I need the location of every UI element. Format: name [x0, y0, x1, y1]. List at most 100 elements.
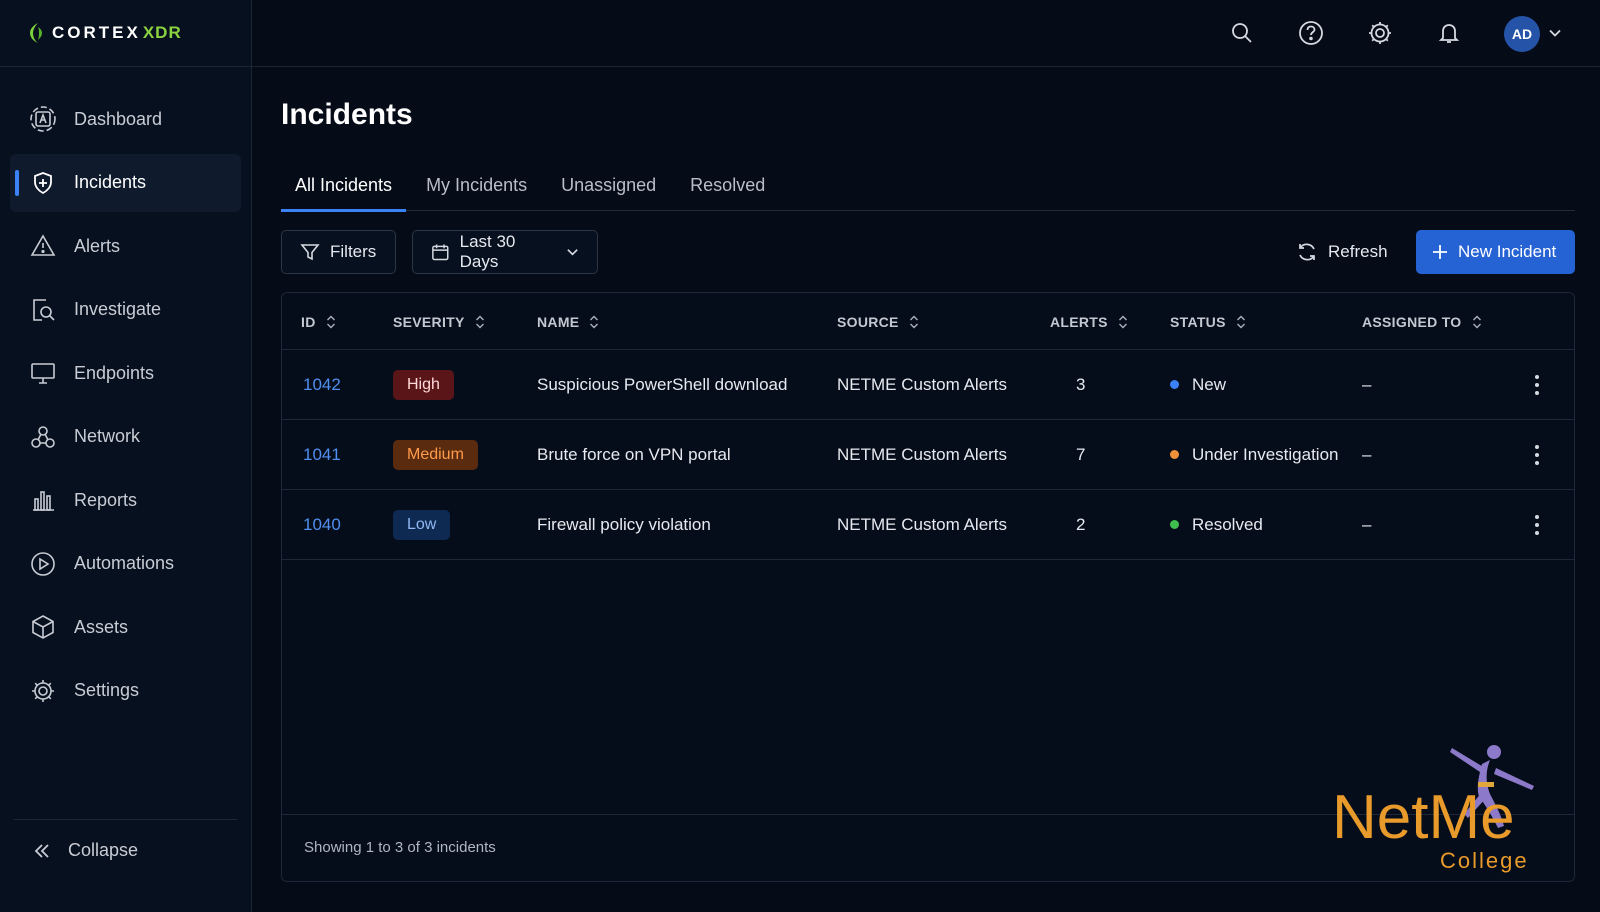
chevron-down-icon: [567, 249, 578, 256]
incident-source: NETME Custom Alerts: [837, 374, 1008, 394]
assigned-to: –: [1362, 374, 1372, 394]
watermark-title: NetMe: [1332, 783, 1515, 852]
sidebar-item-label: Incidents: [74, 172, 147, 192]
sidebar-item-label: Automations: [74, 553, 175, 573]
sidebar: CORTEX XDR Dashboard Incidents Alerts In…: [0, 0, 252, 912]
avatar[interactable]: AD: [1504, 16, 1540, 52]
sort-icon: [1472, 315, 1481, 328]
refresh-label: Refresh: [1328, 242, 1388, 261]
monitor-icon: [30, 360, 56, 386]
incident-source: NETME Custom Alerts: [837, 514, 1008, 534]
bar-chart-icon: [30, 487, 56, 513]
sidebar-item-label: Endpoints: [74, 362, 155, 383]
gear-icon: [30, 678, 56, 704]
sidebar-item-label: Network: [74, 426, 141, 446]
sidebar-item-label: Reports: [74, 489, 138, 510]
sidebar-item-label: Settings: [74, 680, 140, 700]
play-icon: [30, 551, 56, 577]
settings-gear-icon[interactable]: [1366, 19, 1394, 47]
tab-unassigned[interactable]: Unassigned: [547, 160, 670, 211]
search-icon[interactable]: [1228, 19, 1256, 47]
row-actions-kebab-icon[interactable]: [1534, 420, 1540, 489]
column-header-severity[interactable]: SEVERITY: [393, 293, 485, 350]
assigned-to: –: [1362, 514, 1372, 534]
bell-icon[interactable]: [1435, 19, 1463, 47]
status-text: Under Investigation: [1192, 444, 1339, 464]
incident-tabs: All Incidents My Incidents Unassigned Re…: [281, 160, 1575, 212]
new-incident-button[interactable]: New Incident: [1416, 230, 1575, 274]
row-actions-kebab-icon[interactable]: [1534, 490, 1540, 559]
pagination-summary: Showing 1 to 3 of 3 incidents: [304, 839, 496, 856]
sort-icon: [475, 315, 484, 328]
table-row[interactable]: 1042 High Suspicious PowerShell download…: [282, 350, 1574, 420]
page-title: Incidents: [281, 98, 413, 131]
sidebar-item-label: Dashboard: [74, 108, 163, 129]
chevron-down-icon[interactable]: [1548, 26, 1562, 40]
filters-button[interactable]: Filters: [281, 230, 396, 274]
column-header-status[interactable]: STATUS: [1170, 293, 1246, 350]
status-dot: [1170, 380, 1179, 389]
status-text: New: [1192, 374, 1227, 394]
incident-name: Suspicious PowerShell download: [537, 374, 788, 394]
cube-icon: [30, 614, 56, 640]
table-row[interactable]: 1041 Medium Brute force on VPN portal NE…: [282, 420, 1574, 490]
calendar-icon: [432, 244, 449, 261]
incident-id-link[interactable]: 1042: [303, 375, 341, 395]
collapse-label: Collapse: [68, 840, 139, 860]
sidebar-item-automations[interactable]: Automations: [10, 535, 241, 593]
severity-badge: Low: [393, 509, 451, 540]
column-header-assigned-to[interactable]: ASSIGNED TO: [1362, 293, 1482, 350]
row-actions-kebab-icon[interactable]: [1534, 350, 1540, 419]
incident-id-link[interactable]: 1040: [303, 515, 341, 535]
incident-source: NETME Custom Alerts: [837, 444, 1008, 464]
help-icon[interactable]: [1297, 19, 1325, 47]
shield-icon: [30, 170, 56, 196]
tab-my-incidents[interactable]: My Incidents: [412, 160, 541, 211]
brand-logo[interactable]: CORTEX XDR: [0, 0, 251, 67]
sidebar-item-settings[interactable]: Settings: [10, 662, 241, 720]
brand-suffix: XDR: [142, 23, 182, 42]
column-header-id[interactable]: ID: [301, 293, 336, 350]
sidebar-item-dashboard[interactable]: Dashboard: [10, 90, 241, 148]
sort-icon: [909, 315, 918, 328]
column-header-alerts[interactable]: ALERTS: [1050, 293, 1128, 350]
refresh-icon: [1299, 243, 1315, 261]
cortex-logo-icon: [30, 23, 42, 43]
sidebar-item-label: Assets: [74, 616, 129, 637]
severity-badge: Medium: [393, 439, 478, 470]
warning-icon: [30, 233, 56, 259]
filters-label: Filters: [330, 242, 377, 261]
netme-college-watermark: NetMe College: [1332, 745, 1534, 873]
sidebar-item-assets[interactable]: Assets: [10, 598, 241, 656]
date-range-select[interactable]: Last 30 Days: [412, 230, 598, 274]
sidebar-divider: [14, 819, 237, 820]
table-header: ID SEVERITY NAME SOURCE ALERTS STATUS AS…: [282, 293, 1574, 350]
alert-count: 3: [1076, 374, 1086, 394]
column-header-source[interactable]: SOURCE: [837, 293, 919, 350]
severity-badge: High: [393, 369, 454, 400]
sort-icon: [1236, 315, 1245, 328]
collapse-button[interactable]: Collapse: [32, 840, 138, 861]
status-text: Resolved: [1192, 514, 1263, 534]
network-icon: [30, 424, 56, 450]
table-row[interactable]: 1040 Low Firewall policy violation NETME…: [282, 490, 1574, 560]
refresh-button[interactable]: Refresh: [1296, 230, 1406, 274]
tab-resolved[interactable]: Resolved: [676, 160, 779, 211]
sidebar-item-investigate[interactable]: Investigate: [10, 281, 241, 339]
tab-all-incidents[interactable]: All Incidents: [281, 160, 407, 212]
sort-icon: [590, 315, 599, 328]
alert-count: 7: [1076, 444, 1086, 464]
watermark-subtitle: College: [1440, 848, 1529, 873]
sidebar-item-incidents[interactable]: Incidents: [10, 153, 241, 212]
double-chevron-left-icon: [34, 843, 49, 858]
alert-count: 2: [1076, 514, 1086, 534]
sidebar-item-network[interactable]: Network: [10, 408, 241, 466]
sidebar-item-reports[interactable]: Reports: [10, 471, 241, 529]
date-range-value: Last 30 Days: [459, 232, 516, 271]
sidebar-item-alerts[interactable]: Alerts: [10, 217, 241, 275]
new-incident-label: New Incident: [1458, 242, 1557, 261]
investigate-icon: [30, 297, 56, 323]
incident-id-link[interactable]: 1041: [303, 445, 341, 465]
column-header-name[interactable]: NAME: [537, 293, 599, 350]
sidebar-item-endpoints[interactable]: Endpoints: [10, 344, 241, 402]
